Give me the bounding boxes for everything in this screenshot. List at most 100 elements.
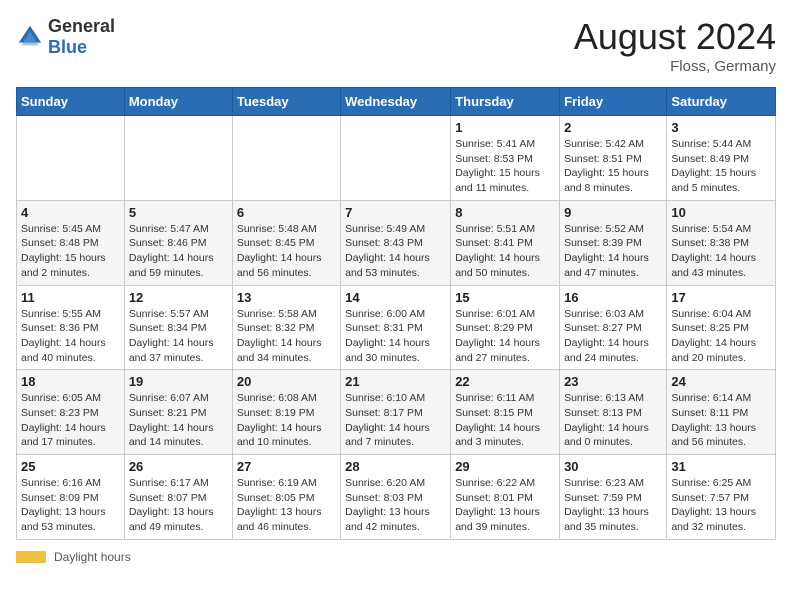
- header-cell-saturday: Saturday: [667, 88, 776, 116]
- day-number: 23: [564, 374, 662, 389]
- day-cell: 6Sunrise: 5:48 AM Sunset: 8:45 PM Daylig…: [232, 200, 340, 285]
- day-info: Sunrise: 5:58 AM Sunset: 8:32 PM Dayligh…: [237, 307, 336, 366]
- day-cell: 8 Sunrise: 5:51 AM Sunset: 8:41 PM Daylig…: [451, 200, 560, 285]
- day-info: Sunrise: 6:22 AM Sunset: 8:01 PM Dayligh…: [455, 476, 555, 535]
- location-subtitle: Floss, Germany: [574, 58, 776, 75]
- week-row-5: 25Sunrise: 6:16 AM Sunset: 8:09 PM Dayli…: [17, 455, 776, 540]
- day-cell: 10 Sunrise: 5:54 AM Sunset: 8:38 PM Dayli…: [667, 200, 776, 285]
- day-number: 1: [455, 120, 555, 135]
- day-number: 10: [671, 205, 771, 220]
- day-cell: 19 Sunrise: 6:07 AM Sunset: 8:21 PM Dayli…: [124, 370, 232, 455]
- day-cell: 2Sunrise: 5:42 AM Sunset: 8:51 PM Daylig…: [560, 116, 667, 201]
- day-number: 24: [671, 374, 771, 389]
- day-info: Sunrise: 5:51 AM Sunset: 8:41 PM Dayligh…: [455, 222, 555, 281]
- header-cell-monday: Monday: [124, 88, 232, 116]
- day-cell: 23Sunrise: 6:13 AM Sunset: 8:13 PM Dayli…: [560, 370, 667, 455]
- header-row: SundayMondayTuesdayWednesdayThursdayFrid…: [17, 88, 776, 116]
- day-info: Sunrise: 5:48 AM Sunset: 8:45 PM Dayligh…: [237, 222, 336, 281]
- day-cell: 25Sunrise: 6:16 AM Sunset: 8:09 PM Dayli…: [17, 455, 125, 540]
- day-number: 8: [455, 205, 555, 220]
- day-cell: 9Sunrise: 5:52 AM Sunset: 8:39 PM Daylig…: [560, 200, 667, 285]
- day-cell: 1 Sunrise: 5:41 AM Sunset: 8:53 PM Daylig…: [451, 116, 560, 201]
- header-cell-friday: Friday: [560, 88, 667, 116]
- day-number: 21: [345, 374, 446, 389]
- day-cell: 20 Sunrise: 6:08 AM Sunset: 8:19 PM Dayli…: [232, 370, 340, 455]
- day-info: Sunrise: 5:41 AM Sunset: 8:53 PM Dayligh…: [455, 137, 555, 196]
- day-cell: 12 Sunrise: 5:57 AM Sunset: 8:34 PM Dayli…: [124, 285, 232, 370]
- day-number: 27: [237, 459, 336, 474]
- day-cell: 16Sunrise: 6:03 AM Sunset: 8:27 PM Dayli…: [560, 285, 667, 370]
- day-cell: 24 Sunrise: 6:14 AM Sunset: 8:11 PM Dayli…: [667, 370, 776, 455]
- day-info: Sunrise: 5:55 AM Sunset: 8:36 PM Dayligh…: [21, 307, 120, 366]
- day-cell: 30 Sunrise: 6:23 AM Sunset: 7:59 PM Dayli…: [560, 455, 667, 540]
- day-number: 14: [345, 290, 446, 305]
- day-cell: 5Sunrise: 5:47 AM Sunset: 8:46 PM Daylig…: [124, 200, 232, 285]
- day-number: 20: [237, 374, 336, 389]
- day-number: 29: [455, 459, 555, 474]
- week-row-1: 1 Sunrise: 5:41 AM Sunset: 8:53 PM Daylig…: [17, 116, 776, 201]
- day-cell: 22 Sunrise: 6:11 AM Sunset: 8:15 PM Dayli…: [451, 370, 560, 455]
- day-number: 22: [455, 374, 555, 389]
- day-number: 7: [345, 205, 446, 220]
- week-row-3: 11Sunrise: 5:55 AM Sunset: 8:36 PM Dayli…: [17, 285, 776, 370]
- day-number: 17: [671, 290, 771, 305]
- day-info: Sunrise: 6:19 AM Sunset: 8:05 PM Dayligh…: [237, 476, 336, 535]
- month-year-title: August 2024: [574, 16, 776, 58]
- day-info: Sunrise: 6:23 AM Sunset: 7:59 PM Dayligh…: [564, 476, 662, 535]
- day-number: 26: [129, 459, 228, 474]
- day-number: 5: [129, 205, 228, 220]
- day-cell: [124, 116, 232, 201]
- day-number: 19: [129, 374, 228, 389]
- day-info: Sunrise: 5:49 AM Sunset: 8:43 PM Dayligh…: [345, 222, 446, 281]
- day-cell: 28Sunrise: 6:20 AM Sunset: 8:03 PM Dayli…: [341, 455, 451, 540]
- day-number: 2: [564, 120, 662, 135]
- day-cell: 15Sunrise: 6:01 AM Sunset: 8:29 PM Dayli…: [451, 285, 560, 370]
- day-cell: 27 Sunrise: 6:19 AM Sunset: 8:05 PM Dayli…: [232, 455, 340, 540]
- day-number: 12: [129, 290, 228, 305]
- day-cell: 14 Sunrise: 6:00 AM Sunset: 8:31 PM Dayli…: [341, 285, 451, 370]
- calendar-header: SundayMondayTuesdayWednesdayThursdayFrid…: [17, 88, 776, 116]
- day-info: Sunrise: 5:44 AM Sunset: 8:49 PM Dayligh…: [671, 137, 771, 196]
- day-info: Sunrise: 6:03 AM Sunset: 8:27 PM Dayligh…: [564, 307, 662, 366]
- logo-icon: [16, 23, 44, 51]
- day-info: Sunrise: 5:57 AM Sunset: 8:34 PM Dayligh…: [129, 307, 228, 366]
- logo-text-blue: Blue: [48, 37, 87, 57]
- day-info: Sunrise: 6:05 AM Sunset: 8:23 PM Dayligh…: [21, 391, 120, 450]
- header-cell-thursday: Thursday: [451, 88, 560, 116]
- title-area: August 2024 Floss, Germany: [574, 16, 776, 75]
- header-cell-tuesday: Tuesday: [232, 88, 340, 116]
- day-cell: 17 Sunrise: 6:04 AM Sunset: 8:25 PM Dayli…: [667, 285, 776, 370]
- day-number: 3: [671, 120, 771, 135]
- day-info: Sunrise: 5:54 AM Sunset: 8:38 PM Dayligh…: [671, 222, 771, 281]
- day-info: Sunrise: 5:45 AM Sunset: 8:48 PM Dayligh…: [21, 222, 120, 281]
- day-number: 4: [21, 205, 120, 220]
- page-header: General Blue August 2024 Floss, Germany: [16, 16, 776, 75]
- week-row-2: 4 Sunrise: 5:45 AM Sunset: 8:48 PM Daylig…: [17, 200, 776, 285]
- day-number: 18: [21, 374, 120, 389]
- day-info: Sunrise: 6:14 AM Sunset: 8:11 PM Dayligh…: [671, 391, 771, 450]
- day-info: Sunrise: 6:00 AM Sunset: 8:31 PM Dayligh…: [345, 307, 446, 366]
- day-info: Sunrise: 6:07 AM Sunset: 8:21 PM Dayligh…: [129, 391, 228, 450]
- day-number: 31: [671, 459, 771, 474]
- day-cell: 3 Sunrise: 5:44 AM Sunset: 8:49 PM Daylig…: [667, 116, 776, 201]
- calendar-table: SundayMondayTuesdayWednesdayThursdayFrid…: [16, 87, 776, 540]
- day-info: Sunrise: 6:04 AM Sunset: 8:25 PM Dayligh…: [671, 307, 771, 366]
- header-cell-sunday: Sunday: [17, 88, 125, 116]
- logo-text-general: General: [48, 16, 115, 36]
- day-number: 30: [564, 459, 662, 474]
- day-cell: 7 Sunrise: 5:49 AM Sunset: 8:43 PM Daylig…: [341, 200, 451, 285]
- day-number: 13: [237, 290, 336, 305]
- calendar-body: 1 Sunrise: 5:41 AM Sunset: 8:53 PM Daylig…: [17, 116, 776, 540]
- day-info: Sunrise: 6:25 AM Sunset: 7:57 PM Dayligh…: [671, 476, 771, 535]
- day-info: Sunrise: 6:08 AM Sunset: 8:19 PM Dayligh…: [237, 391, 336, 450]
- day-cell: 26 Sunrise: 6:17 AM Sunset: 8:07 PM Dayli…: [124, 455, 232, 540]
- day-number: 15: [455, 290, 555, 305]
- logo: General Blue: [16, 16, 115, 58]
- day-cell: 4 Sunrise: 5:45 AM Sunset: 8:48 PM Daylig…: [17, 200, 125, 285]
- day-info: Sunrise: 6:11 AM Sunset: 8:15 PM Dayligh…: [455, 391, 555, 450]
- day-info: Sunrise: 6:10 AM Sunset: 8:17 PM Dayligh…: [345, 391, 446, 450]
- day-info: Sunrise: 5:52 AM Sunset: 8:39 PM Dayligh…: [564, 222, 662, 281]
- day-info: Sunrise: 6:17 AM Sunset: 8:07 PM Dayligh…: [129, 476, 228, 535]
- day-cell: 11Sunrise: 5:55 AM Sunset: 8:36 PM Dayli…: [17, 285, 125, 370]
- day-cell: 31 Sunrise: 6:25 AM Sunset: 7:57 PM Dayli…: [667, 455, 776, 540]
